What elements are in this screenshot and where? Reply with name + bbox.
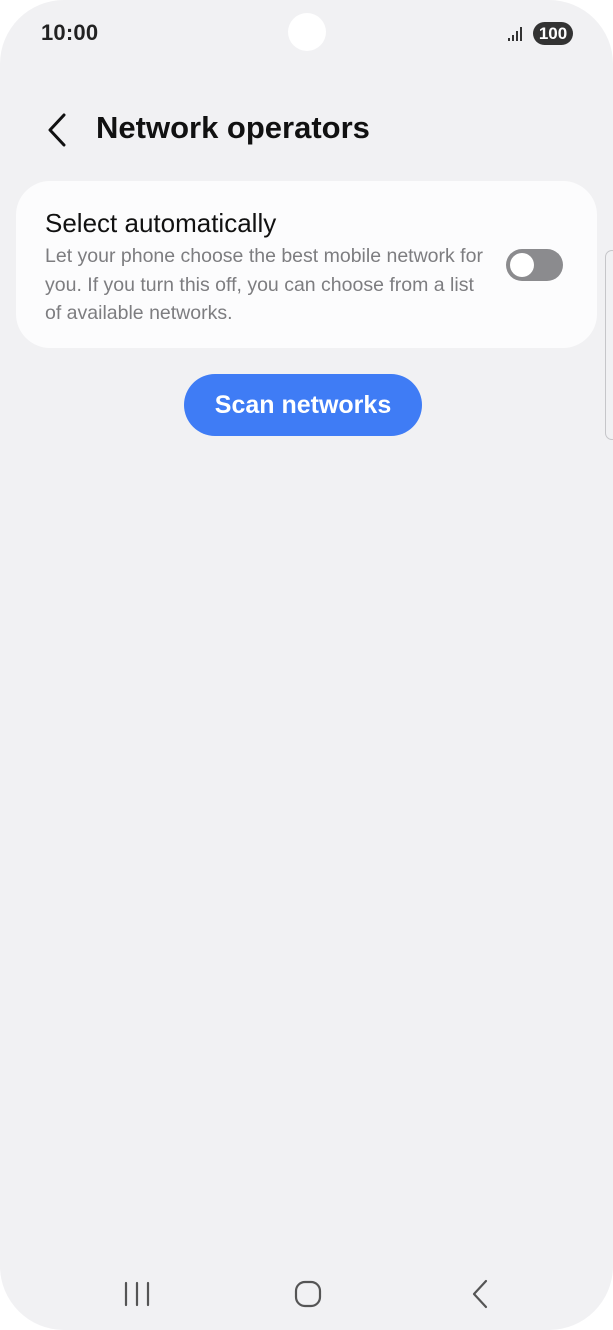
nav-back-button[interactable] (458, 1272, 502, 1316)
chevron-left-icon (48, 113, 66, 147)
home-icon (294, 1280, 322, 1308)
select-automatically-description: Let your phone choose the best mobile ne… (45, 245, 483, 324)
select-automatically-title: Select automatically (45, 208, 277, 238)
battery-icon: 100 (533, 22, 573, 45)
page-title: Network operators (96, 110, 370, 145)
home-button[interactable] (286, 1272, 330, 1316)
camera-cutout (288, 13, 326, 51)
phone-screen: 10:00 100 Network operators Select autom… (0, 0, 613, 1330)
recents-icon (124, 1281, 150, 1307)
toggle-knob (510, 253, 534, 277)
status-time: 10:00 (41, 20, 99, 45)
back-button[interactable] (36, 108, 78, 152)
recents-button[interactable] (115, 1272, 159, 1316)
signal-icon (508, 27, 522, 41)
select-automatically-toggle[interactable] (506, 249, 563, 281)
scrollbar[interactable] (605, 250, 613, 440)
select-automatically-card[interactable]: Select automatically Let your phone choo… (16, 181, 597, 348)
back-icon (472, 1279, 488, 1309)
scan-networks-button[interactable]: Scan networks (184, 374, 422, 436)
